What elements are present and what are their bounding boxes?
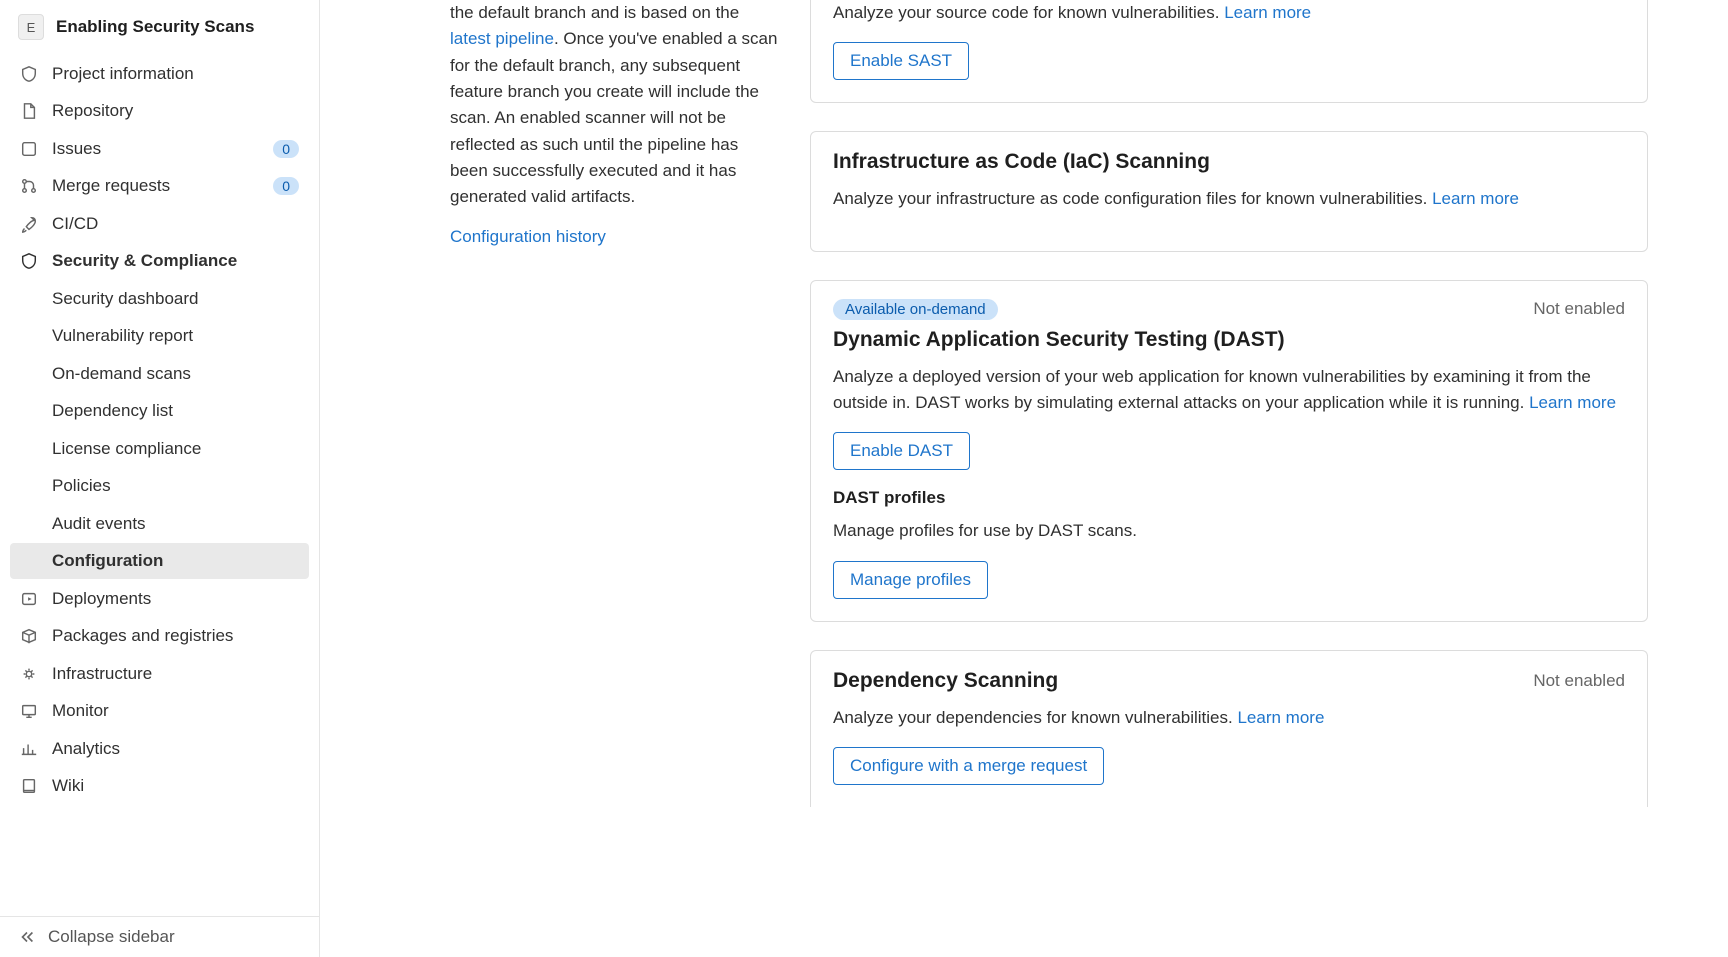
sidebar-item-merge-requests[interactable]: Merge requests 0 bbox=[10, 168, 309, 204]
latest-pipeline-link[interactable]: latest pipeline bbox=[450, 29, 554, 48]
sidebar-item-label: Security & Compliance bbox=[52, 251, 299, 271]
sub-item-license-compliance[interactable]: License compliance bbox=[10, 431, 309, 467]
issues-icon bbox=[20, 140, 38, 158]
sidebar-item-label: Merge requests bbox=[52, 176, 259, 196]
sast-description: Analyze your source code for known vulne… bbox=[833, 0, 1625, 26]
sidebar-item-repository[interactable]: Repository bbox=[10, 93, 309, 129]
sub-item-configuration[interactable]: Configuration bbox=[10, 543, 309, 579]
sub-item-dependency-list[interactable]: Dependency list bbox=[10, 393, 309, 429]
sidebar-item-label: Infrastructure bbox=[52, 664, 299, 684]
dast-learn-more-link[interactable]: Learn more bbox=[1529, 393, 1616, 412]
sidebar-item-security-compliance[interactable]: Security & Compliance bbox=[10, 243, 309, 279]
sidebar-item-label: Monitor bbox=[52, 701, 299, 721]
project-icon bbox=[20, 65, 38, 83]
sidebar-item-packages[interactable]: Packages and registries bbox=[10, 618, 309, 654]
iac-desc-text: Analyze your infrastructure as code conf… bbox=[833, 189, 1432, 208]
sidebar-item-label: CI/CD bbox=[52, 214, 299, 234]
sast-desc-text: Analyze your source code for known vulne… bbox=[833, 3, 1224, 22]
sast-card: Analyze your source code for known vulne… bbox=[810, 0, 1648, 103]
sidebar-item-label: Deployments bbox=[52, 589, 299, 609]
dependency-desc-text: Analyze your dependencies for known vuln… bbox=[833, 708, 1237, 727]
sidebar-item-infrastructure[interactable]: Infrastructure bbox=[10, 656, 309, 692]
sub-item-audit-events[interactable]: Audit events bbox=[10, 506, 309, 542]
dependency-description: Analyze your dependencies for known vuln… bbox=[833, 705, 1625, 731]
dependency-card: Dependency Scanning Not enabled Analyze … bbox=[810, 650, 1648, 807]
dast-desc-text: Analyze a deployed version of your web a… bbox=[833, 367, 1591, 412]
configuration-history-link[interactable]: Configuration history bbox=[450, 227, 606, 246]
issues-count-badge: 0 bbox=[273, 140, 299, 158]
iac-description: Analyze your infrastructure as code conf… bbox=[833, 186, 1625, 212]
chevron-double-left-icon bbox=[18, 928, 36, 946]
project-title: Enabling Security Scans bbox=[56, 17, 254, 37]
collapse-label: Collapse sidebar bbox=[48, 927, 175, 947]
sidebar-item-project-information[interactable]: Project information bbox=[10, 56, 309, 92]
sub-item-on-demand-scans[interactable]: On-demand scans bbox=[10, 356, 309, 392]
intro-paragraph: the default branch and is based on the l… bbox=[450, 0, 780, 211]
sub-item-security-dashboard[interactable]: Security dashboard bbox=[10, 281, 309, 317]
dependency-title: Dependency Scanning bbox=[833, 669, 1058, 693]
enable-dast-button[interactable]: Enable DAST bbox=[833, 432, 970, 470]
main-content: the default branch and is based on the l… bbox=[320, 0, 1728, 957]
sidebar-item-label: Wiki bbox=[52, 776, 299, 796]
dast-status: Not enabled bbox=[1533, 299, 1625, 319]
dast-profiles-title: DAST profiles bbox=[833, 488, 1625, 508]
manage-profiles-button[interactable]: Manage profiles bbox=[833, 561, 988, 599]
shield-icon bbox=[20, 252, 38, 270]
intro-column: the default branch and is based on the l… bbox=[450, 0, 810, 957]
sidebar-item-label: Project information bbox=[52, 64, 299, 84]
available-on-demand-pill: Available on-demand bbox=[833, 299, 998, 320]
intro-text-post: . Once you've enabled a scan for the def… bbox=[450, 29, 777, 206]
dast-profiles-description: Manage profiles for use by DAST scans. bbox=[833, 518, 1625, 544]
sidebar-item-issues[interactable]: Issues 0 bbox=[10, 131, 309, 167]
project-avatar: E bbox=[18, 14, 44, 40]
rocket-icon bbox=[20, 215, 38, 233]
dependency-status: Not enabled bbox=[1533, 671, 1625, 691]
iac-learn-more-link[interactable]: Learn more bbox=[1432, 189, 1519, 208]
file-icon bbox=[20, 102, 38, 120]
book-icon bbox=[20, 777, 38, 795]
package-icon bbox=[20, 627, 38, 645]
dast-title: Dynamic Application Security Testing (DA… bbox=[833, 328, 1625, 352]
security-sub-items: Security dashboard Vulnerability report … bbox=[10, 281, 309, 580]
sub-item-vulnerability-report[interactable]: Vulnerability report bbox=[10, 318, 309, 354]
sidebar-item-analytics[interactable]: Analytics bbox=[10, 731, 309, 767]
configure-mr-button[interactable]: Configure with a merge request bbox=[833, 747, 1104, 785]
sidebar-item-label: Repository bbox=[52, 101, 299, 121]
project-header[interactable]: E Enabling Security Scans bbox=[10, 4, 309, 54]
sast-learn-more-link[interactable]: Learn more bbox=[1224, 3, 1311, 22]
sidebar: E Enabling Security Scans Project inform… bbox=[0, 0, 320, 957]
sidebar-item-monitor[interactable]: Monitor bbox=[10, 693, 309, 729]
mr-count-badge: 0 bbox=[273, 177, 299, 195]
dast-card: Available on-demand Not enabled Dynamic … bbox=[810, 280, 1648, 622]
collapse-sidebar-button[interactable]: Collapse sidebar bbox=[0, 916, 319, 957]
sidebar-item-label: Issues bbox=[52, 139, 259, 159]
cards-column: Analyze your source code for known vulne… bbox=[810, 0, 1648, 957]
sidebar-item-wiki[interactable]: Wiki bbox=[10, 768, 309, 804]
merge-icon bbox=[20, 177, 38, 195]
sub-item-policies[interactable]: Policies bbox=[10, 468, 309, 504]
sidebar-item-label: Packages and registries bbox=[52, 626, 299, 646]
dependency-learn-more-link[interactable]: Learn more bbox=[1237, 708, 1324, 727]
sidebar-item-cicd[interactable]: CI/CD bbox=[10, 206, 309, 242]
sidebar-item-label: Analytics bbox=[52, 739, 299, 759]
iac-card: Infrastructure as Code (IaC) Scanning An… bbox=[810, 131, 1648, 251]
enable-sast-button[interactable]: Enable SAST bbox=[833, 42, 969, 80]
deploy-icon bbox=[20, 590, 38, 608]
dast-description: Analyze a deployed version of your web a… bbox=[833, 364, 1625, 417]
intro-text-pre: the default branch and is based on the bbox=[450, 3, 739, 22]
monitor-icon bbox=[20, 702, 38, 720]
sidebar-item-deployments[interactable]: Deployments bbox=[10, 581, 309, 617]
iac-title: Infrastructure as Code (IaC) Scanning bbox=[833, 150, 1625, 174]
cloud-icon bbox=[20, 665, 38, 683]
analytics-icon bbox=[20, 740, 38, 758]
